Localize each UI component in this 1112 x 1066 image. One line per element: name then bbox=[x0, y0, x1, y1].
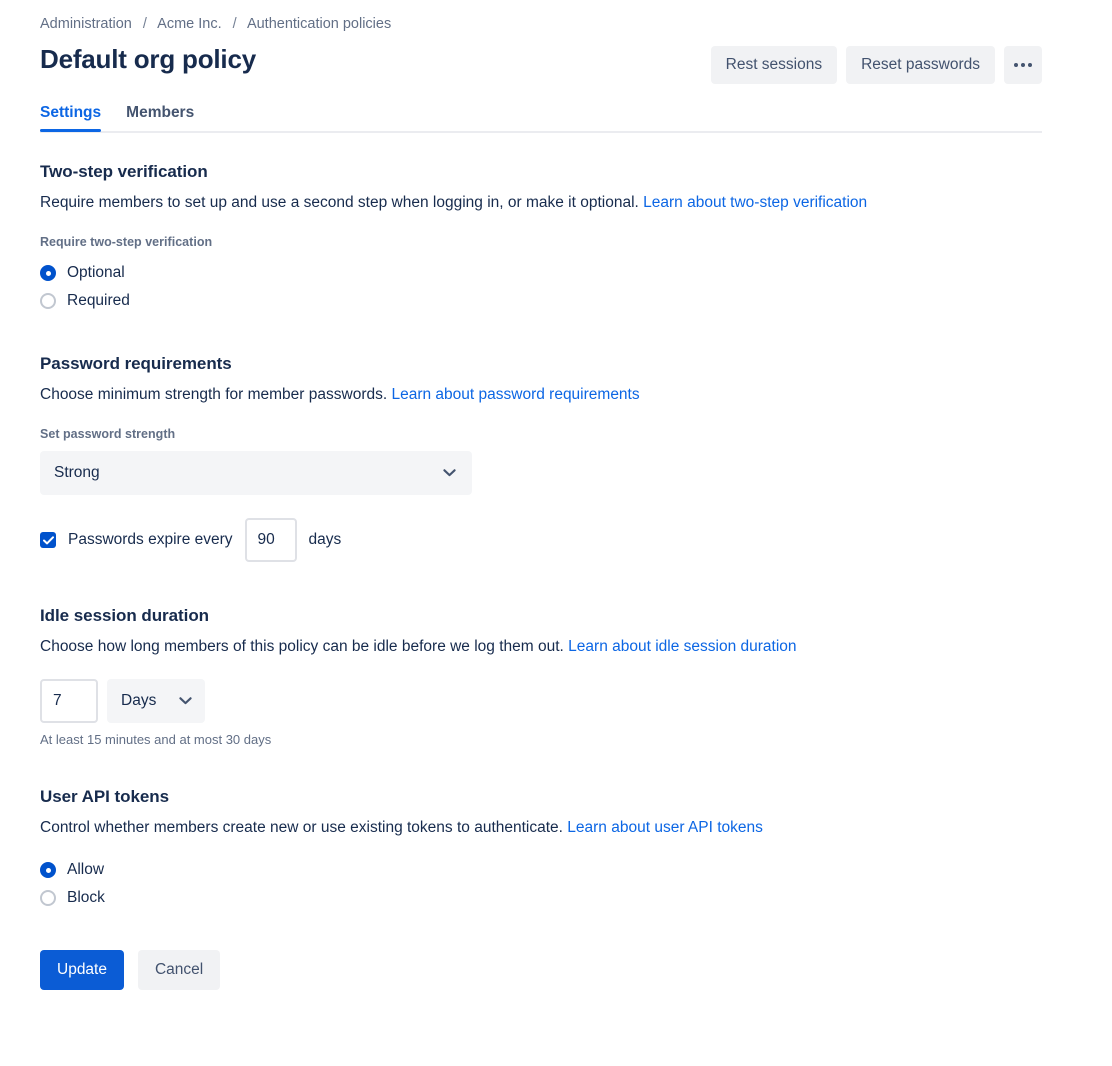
section-idle-session-duration: Idle session duration Choose how long me… bbox=[40, 604, 1042, 748]
header-actions: Rest sessions Reset passwords bbox=[711, 42, 1042, 84]
radio-icon-unselected[interactable] bbox=[40, 293, 56, 309]
api-tokens-learn-link[interactable]: Learn about user API tokens bbox=[567, 819, 763, 836]
update-button[interactable]: Update bbox=[40, 950, 124, 990]
two-step-learn-link[interactable]: Learn about two-step verification bbox=[643, 194, 867, 211]
two-step-description: Require members to set up and use a seco… bbox=[40, 192, 1042, 213]
password-strength-value: Strong bbox=[54, 464, 100, 482]
idle-description-text: Choose how long members of this policy c… bbox=[40, 638, 564, 655]
idle-duration-unit-value: Days bbox=[121, 692, 156, 710]
section-password-requirements: Password requirements Choose minimum str… bbox=[40, 352, 1042, 562]
rest-sessions-button[interactable]: Rest sessions bbox=[711, 46, 837, 84]
api-tokens-title: User API tokens bbox=[40, 785, 1042, 809]
radio-option-optional[interactable]: Optional bbox=[40, 259, 1042, 287]
radio-icon-selected[interactable] bbox=[40, 862, 56, 878]
authentication-policy-page: Administration / Acme Inc. / Authenticat… bbox=[0, 0, 1112, 1066]
cancel-button[interactable]: Cancel bbox=[138, 950, 220, 990]
radio-option-block[interactable]: Block bbox=[40, 884, 1042, 912]
ellipsis-icon bbox=[1028, 63, 1032, 67]
password-expiry-unit-label: days bbox=[309, 530, 342, 550]
page-title: Default org policy bbox=[40, 42, 256, 75]
chevron-down-icon bbox=[179, 697, 192, 705]
password-title: Password requirements bbox=[40, 352, 1042, 376]
password-expiry-row: Passwords expire every days bbox=[40, 518, 1042, 562]
password-strength-select[interactable]: Strong bbox=[40, 451, 472, 495]
chevron-down-icon bbox=[443, 469, 456, 477]
password-strength-label: Set password strength bbox=[40, 426, 1042, 442]
breadcrumb-separator: / bbox=[226, 16, 244, 32]
radio-label-allow: Allow bbox=[67, 860, 104, 880]
radio-icon-unselected[interactable] bbox=[40, 890, 56, 906]
idle-duration-controls: Days bbox=[40, 679, 1042, 723]
tab-bar: Settings Members bbox=[40, 103, 1042, 133]
radio-label-optional: Optional bbox=[67, 263, 125, 283]
api-tokens-description: Control whether members create new or us… bbox=[40, 817, 1042, 838]
password-description: Choose minimum strength for member passw… bbox=[40, 384, 1042, 405]
idle-helper-text: At least 15 minutes and at most 30 days bbox=[40, 732, 1042, 748]
reset-passwords-button[interactable]: Reset passwords bbox=[846, 46, 995, 84]
tab-settings[interactable]: Settings bbox=[40, 103, 101, 132]
page-header: Administration / Acme Inc. / Authenticat… bbox=[40, 0, 1042, 84]
section-two-step-verification: Two-step verification Require members to… bbox=[40, 160, 1042, 315]
idle-description: Choose how long members of this policy c… bbox=[40, 636, 1042, 657]
two-step-title: Two-step verification bbox=[40, 160, 1042, 184]
password-description-text: Choose minimum strength for member passw… bbox=[40, 386, 387, 403]
breadcrumb-separator: / bbox=[136, 16, 154, 32]
ellipsis-icon bbox=[1021, 63, 1025, 67]
breadcrumb-item-administration[interactable]: Administration bbox=[40, 16, 132, 32]
breadcrumb: Administration / Acme Inc. / Authenticat… bbox=[40, 0, 1042, 33]
title-row: Default org policy Rest sessions Reset p… bbox=[40, 42, 1042, 84]
radio-label-block: Block bbox=[67, 888, 105, 908]
radio-icon-selected[interactable] bbox=[40, 265, 56, 281]
password-learn-link[interactable]: Learn about password requirements bbox=[391, 386, 639, 403]
form-actions: Update Cancel bbox=[40, 950, 1042, 990]
password-expiry-days-input[interactable] bbox=[245, 518, 297, 562]
radio-option-allow[interactable]: Allow bbox=[40, 856, 1042, 884]
breadcrumb-item-acme-inc[interactable]: Acme Inc. bbox=[157, 16, 221, 32]
idle-title: Idle session duration bbox=[40, 604, 1042, 628]
idle-duration-unit-select[interactable]: Days bbox=[107, 679, 205, 723]
api-tokens-description-text: Control whether members create new or us… bbox=[40, 819, 563, 836]
section-user-api-tokens: User API tokens Control whether members … bbox=[40, 785, 1042, 912]
ellipsis-icon bbox=[1014, 63, 1018, 67]
tab-members[interactable]: Members bbox=[126, 103, 194, 132]
two-step-description-text: Require members to set up and use a seco… bbox=[40, 194, 639, 211]
tabs: Settings Members bbox=[40, 103, 1042, 132]
checkbox-passwords-expire[interactable] bbox=[40, 532, 56, 548]
radio-option-required[interactable]: Required bbox=[40, 287, 1042, 315]
check-icon bbox=[43, 536, 54, 545]
idle-learn-link[interactable]: Learn about idle session duration bbox=[568, 638, 796, 655]
two-step-field-label: Require two-step verification bbox=[40, 234, 1042, 250]
idle-duration-input[interactable] bbox=[40, 679, 98, 723]
radio-label-required: Required bbox=[67, 291, 130, 311]
breadcrumb-item-authentication-policies[interactable]: Authentication policies bbox=[247, 16, 391, 32]
more-options-button[interactable] bbox=[1004, 46, 1042, 84]
settings-content: Two-step verification Require members to… bbox=[40, 160, 1042, 990]
checkbox-label-passwords-expire: Passwords expire every bbox=[68, 530, 233, 550]
